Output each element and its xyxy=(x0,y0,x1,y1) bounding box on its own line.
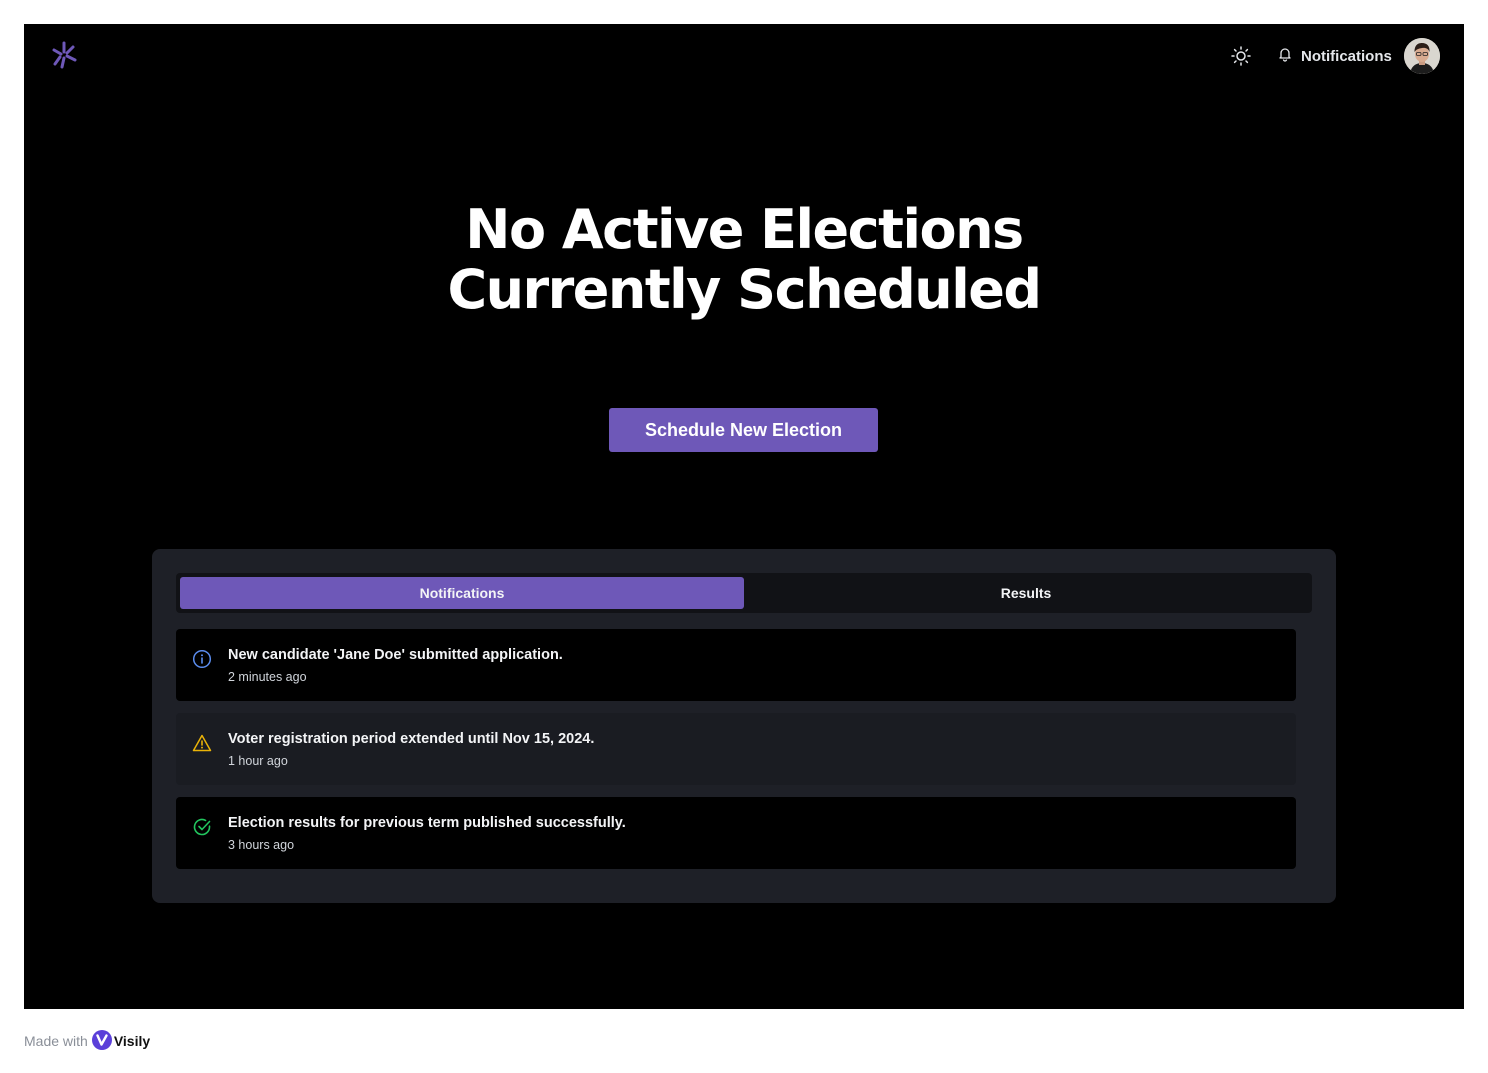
page-title: No Active Elections Currently Scheduled xyxy=(24,200,1464,320)
warning-icon xyxy=(192,733,212,753)
list-item[interactable]: New candidate 'Jane Doe' submitted appli… xyxy=(176,629,1296,701)
notification-time: 1 hour ago xyxy=(228,754,288,768)
list-item[interactable]: Election results for previous term publi… xyxy=(176,797,1296,869)
notification-time: 3 hours ago xyxy=(228,838,295,852)
check-circle-icon xyxy=(192,817,212,837)
bell-icon xyxy=(1277,46,1293,67)
tab-bar: Notifications Results xyxy=(176,573,1312,613)
tab-results[interactable]: Results xyxy=(744,577,1308,609)
notifications-label: Notifications xyxy=(1301,47,1392,65)
top-navigation-bar: Notifications xyxy=(24,24,1464,88)
page-title-line-2: Currently Scheduled xyxy=(447,258,1042,321)
asterisk-logo-icon[interactable] xyxy=(50,40,78,70)
visily-brand-label: Visily xyxy=(113,1033,151,1049)
notification-message: New candidate 'Jane Doe' submitted appli… xyxy=(228,647,563,663)
notification-time: 2 minutes ago xyxy=(228,670,307,684)
app-frame: Notifications No Active Elections Curren… xyxy=(24,24,1464,1009)
list-item[interactable]: Voter registration period extended until… xyxy=(176,713,1296,785)
tab-notifications[interactable]: Notifications xyxy=(180,577,744,609)
sun-icon[interactable] xyxy=(1230,45,1252,67)
schedule-new-election-button[interactable]: Schedule New Election xyxy=(609,408,878,452)
activity-panel: Notifications Results New candidate 'Jan… xyxy=(152,549,1336,903)
avatar[interactable] xyxy=(1404,38,1440,74)
notification-list: New candidate 'Jane Doe' submitted appli… xyxy=(176,629,1296,881)
notification-message: Voter registration period extended until… xyxy=(228,731,595,747)
visily-logo-icon xyxy=(91,1029,112,1053)
made-with-footer[interactable]: Made with Visily xyxy=(24,1029,151,1053)
footer-prefix: Made with xyxy=(24,1033,88,1049)
notifications-link[interactable]: Notifications xyxy=(1277,44,1392,68)
visily-brand[interactable]: Visily xyxy=(91,1029,151,1053)
notification-message: Election results for previous term publi… xyxy=(228,815,626,831)
page-title-line-1: No Active Elections xyxy=(465,198,1024,261)
info-icon xyxy=(192,649,212,669)
